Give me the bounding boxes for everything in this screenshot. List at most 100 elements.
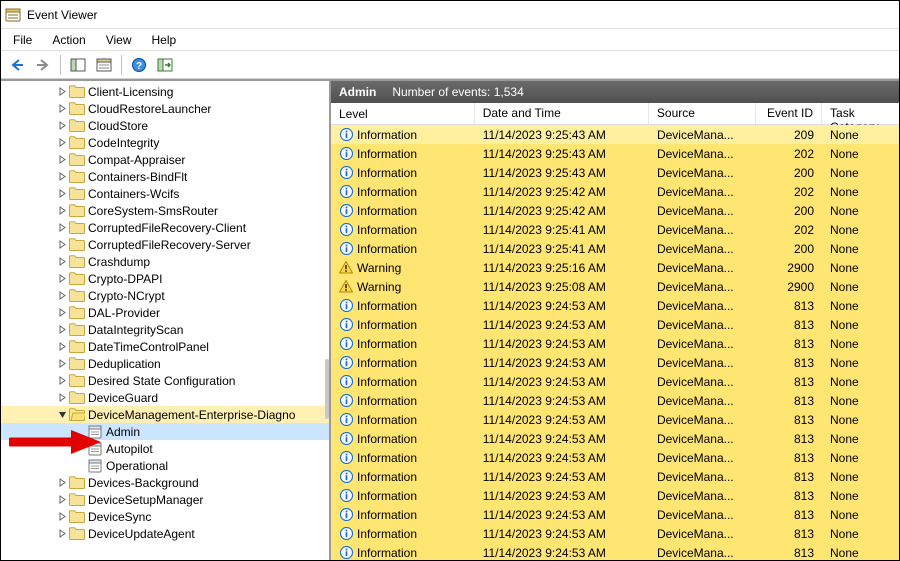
tree-folder-item[interactable]: DeviceSync xyxy=(1,508,329,525)
tree-log-item[interactable]: Autopilot xyxy=(1,440,329,457)
titlebar[interactable]: Event Viewer xyxy=(1,1,899,29)
event-row[interactable]: Information11/14/2023 9:24:53 AMDeviceMa… xyxy=(331,524,899,543)
column-level[interactable]: Level xyxy=(331,103,475,124)
column-eventid[interactable]: Event ID xyxy=(756,103,822,124)
event-row[interactable]: Information11/14/2023 9:25:41 AMDeviceMa… xyxy=(331,239,899,258)
expand-icon[interactable] xyxy=(55,172,69,181)
tree-folder-item[interactable]: CloudStore xyxy=(1,117,329,134)
tree-folder-item[interactable]: Deduplication xyxy=(1,355,329,372)
tree-folder-item[interactable]: DAL-Provider xyxy=(1,304,329,321)
expand-icon[interactable] xyxy=(55,478,69,487)
event-row[interactable]: Information11/14/2023 9:25:42 AMDeviceMa… xyxy=(331,182,899,201)
column-date[interactable]: Date and Time xyxy=(475,103,649,124)
forward-button[interactable] xyxy=(31,53,55,77)
event-row[interactable]: Information11/14/2023 9:24:53 AMDeviceMa… xyxy=(331,543,899,560)
event-row[interactable]: Information11/14/2023 9:24:53 AMDeviceMa… xyxy=(331,410,899,429)
event-row[interactable]: Warning11/14/2023 9:25:08 AMDeviceMana..… xyxy=(331,277,899,296)
cell-level: Information xyxy=(357,356,417,370)
expand-icon[interactable] xyxy=(55,257,69,266)
tree-folder-item[interactable]: DeviceSetupManager xyxy=(1,491,329,508)
tree-pane[interactable]: Client-LicensingCloudRestoreLauncherClou… xyxy=(1,81,331,560)
event-row[interactable]: Information11/14/2023 9:25:43 AMDeviceMa… xyxy=(331,163,899,182)
event-row[interactable]: Information11/14/2023 9:25:43 AMDeviceMa… xyxy=(331,144,899,163)
event-row[interactable]: Information11/14/2023 9:24:53 AMDeviceMa… xyxy=(331,467,899,486)
collapse-icon[interactable] xyxy=(55,410,69,419)
tree-folder-item[interactable]: DeviceUpdateAgent xyxy=(1,525,329,542)
event-row[interactable]: Information11/14/2023 9:24:53 AMDeviceMa… xyxy=(331,315,899,334)
expand-icon[interactable] xyxy=(55,223,69,232)
event-row[interactable]: Information11/14/2023 9:25:43 AMDeviceMa… xyxy=(331,125,899,144)
expand-icon[interactable] xyxy=(55,240,69,249)
menu-action[interactable]: Action xyxy=(42,31,95,49)
tree-folder-item[interactable]: DeviceGuard xyxy=(1,389,329,406)
event-row[interactable]: Information11/14/2023 9:24:53 AMDeviceMa… xyxy=(331,505,899,524)
event-row[interactable]: Information11/14/2023 9:24:53 AMDeviceMa… xyxy=(331,391,899,410)
event-row[interactable]: Information11/14/2023 9:24:53 AMDeviceMa… xyxy=(331,334,899,353)
tree-folder-item[interactable]: DeviceManagement-Enterprise-Diagno xyxy=(1,406,329,423)
event-row[interactable]: Information11/14/2023 9:24:53 AMDeviceMa… xyxy=(331,429,899,448)
expand-icon[interactable] xyxy=(55,155,69,164)
tree-folder-item[interactable]: CoreSystem-SmsRouter xyxy=(1,202,329,219)
expand-icon[interactable] xyxy=(55,308,69,317)
tree-folder-item[interactable]: Crypto-DPAPI xyxy=(1,270,329,287)
properties-button[interactable] xyxy=(92,53,116,77)
expand-icon[interactable] xyxy=(55,376,69,385)
event-row[interactable]: Information11/14/2023 9:24:53 AMDeviceMa… xyxy=(331,372,899,391)
expand-icon[interactable] xyxy=(55,121,69,130)
back-button[interactable] xyxy=(5,53,29,77)
expand-icon[interactable] xyxy=(55,495,69,504)
expand-icon[interactable] xyxy=(55,359,69,368)
expand-icon[interactable] xyxy=(55,138,69,147)
tree-folder-item[interactable]: Crypto-NCrypt xyxy=(1,287,329,304)
tree-folder-item[interactable]: Containers-Wcifs xyxy=(1,185,329,202)
column-source[interactable]: Source xyxy=(649,103,757,124)
tree-folder-item[interactable]: DateTimeControlPanel xyxy=(1,338,329,355)
tree-scrollbar[interactable] xyxy=(325,359,329,419)
tree-folder-item[interactable]: CorruptedFileRecovery-Client xyxy=(1,219,329,236)
tree-item-label: DataIntegrityScan xyxy=(88,323,183,337)
menu-help[interactable]: Help xyxy=(142,31,187,49)
expand-icon[interactable] xyxy=(55,104,69,113)
column-task[interactable]: Task Category xyxy=(822,103,899,124)
tree-log-item[interactable]: Admin xyxy=(1,423,329,440)
tree-folder-item[interactable]: Containers-BindFlt xyxy=(1,168,329,185)
event-row[interactable]: Information11/14/2023 9:24:53 AMDeviceMa… xyxy=(331,486,899,505)
export-button[interactable] xyxy=(153,53,177,77)
event-row[interactable]: Information11/14/2023 9:25:42 AMDeviceMa… xyxy=(331,201,899,220)
expand-icon[interactable] xyxy=(55,325,69,334)
menu-file[interactable]: File xyxy=(3,31,42,49)
event-row[interactable]: Warning11/14/2023 9:25:16 AMDeviceMana..… xyxy=(331,258,899,277)
tree-folder-item[interactable]: Client-Licensing xyxy=(1,83,329,100)
expand-icon[interactable] xyxy=(55,206,69,215)
tree-folder-item[interactable]: Compat-Appraiser xyxy=(1,151,329,168)
tree-folder-item[interactable]: CloudRestoreLauncher xyxy=(1,100,329,117)
expand-icon[interactable] xyxy=(55,393,69,402)
expand-icon[interactable] xyxy=(55,512,69,521)
expand-icon[interactable] xyxy=(55,189,69,198)
cell-level: Information xyxy=(357,204,417,218)
tree-folder-item[interactable]: DataIntegrityScan xyxy=(1,321,329,338)
event-row[interactable]: Information11/14/2023 9:25:41 AMDeviceMa… xyxy=(331,220,899,239)
cell-source: DeviceMana... xyxy=(649,489,757,503)
show-hide-tree-button[interactable] xyxy=(66,53,90,77)
expand-icon[interactable] xyxy=(55,342,69,351)
help-button[interactable]: ? xyxy=(127,53,151,77)
tree-log-item[interactable]: Operational xyxy=(1,457,329,474)
cell-task: None xyxy=(822,394,899,408)
event-list[interactable]: Information11/14/2023 9:25:43 AMDeviceMa… xyxy=(331,125,899,560)
tree-folder-item[interactable]: Desired State Configuration xyxy=(1,372,329,389)
event-row[interactable]: Information11/14/2023 9:24:53 AMDeviceMa… xyxy=(331,353,899,372)
event-row[interactable]: Information11/14/2023 9:24:53 AMDeviceMa… xyxy=(331,448,899,467)
tree-folder-item[interactable]: Crashdump xyxy=(1,253,329,270)
tree-folder-item[interactable]: Devices-Background xyxy=(1,474,329,491)
menu-view[interactable]: View xyxy=(96,31,142,49)
expand-icon[interactable] xyxy=(55,87,69,96)
expand-icon[interactable] xyxy=(55,529,69,538)
event-row[interactable]: Information11/14/2023 9:24:53 AMDeviceMa… xyxy=(331,296,899,315)
expand-icon[interactable] xyxy=(55,291,69,300)
tree-folder-item[interactable]: CorruptedFileRecovery-Server xyxy=(1,236,329,253)
tree-item-label: Client-Licensing xyxy=(88,85,173,99)
tree-folder-item[interactable]: CodeIntegrity xyxy=(1,134,329,151)
cell-level: Information xyxy=(357,166,417,180)
expand-icon[interactable] xyxy=(55,274,69,283)
